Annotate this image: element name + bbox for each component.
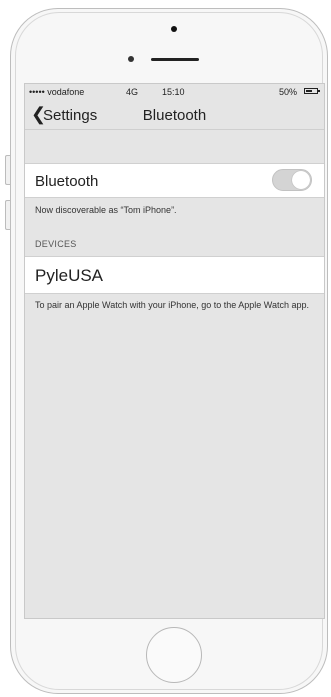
time-label: 15:10 bbox=[162, 87, 185, 97]
navigation-bar: ❮ Settings Bluetooth bbox=[25, 99, 324, 130]
volume-up-button bbox=[5, 155, 10, 185]
battery-icon bbox=[304, 88, 320, 94]
bluetooth-label: Bluetooth bbox=[35, 173, 99, 190]
battery-percent: 50% bbox=[279, 87, 298, 97]
toggle-knob bbox=[292, 171, 310, 189]
device-name: PyleUSA bbox=[35, 266, 104, 285]
bluetooth-toggle[interactable] bbox=[272, 169, 312, 191]
earpiece-speaker bbox=[151, 58, 199, 61]
home-button[interactable] bbox=[146, 627, 202, 683]
status-bar: ••••• vodafone 4G 15:10 50% bbox=[25, 84, 324, 98]
carrier-label: ••••• vodafone bbox=[29, 87, 85, 97]
apple-watch-hint: To pair an Apple Watch with your iPhone,… bbox=[35, 300, 309, 310]
device-row[interactable]: PyleUSA bbox=[25, 256, 324, 294]
discoverable-note: Now discoverable as “Tom iPhone”. bbox=[35, 205, 177, 215]
bluetooth-row: Bluetooth bbox=[25, 163, 324, 198]
network-label: 4G bbox=[126, 87, 139, 97]
page-title: Bluetooth bbox=[142, 107, 207, 124]
front-camera bbox=[171, 26, 177, 32]
devices-section-header: DEVICES bbox=[35, 239, 77, 249]
proximity-sensor bbox=[128, 56, 134, 62]
volume-down-button bbox=[5, 200, 10, 230]
screen: ••••• vodafone 4G 15:10 50% ❮ Settings B… bbox=[24, 83, 325, 619]
